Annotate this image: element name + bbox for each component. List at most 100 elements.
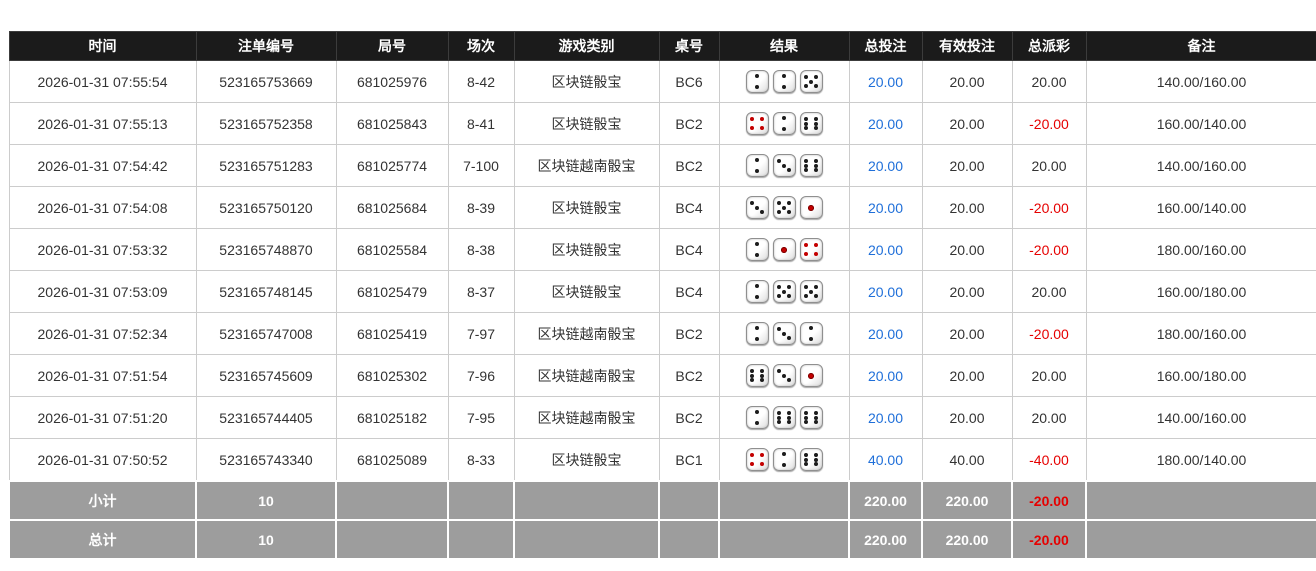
cell-round-id: 681025774	[335, 144, 449, 187]
dice-2-icon	[772, 112, 796, 135]
summary-label: 总计	[8, 519, 197, 560]
col-header-session: 场次	[447, 31, 515, 61]
cell-result-dice	[718, 60, 850, 103]
col-header-remark: 备注	[1085, 31, 1316, 61]
cell-total-bet-link[interactable]: 20.00	[848, 354, 923, 397]
dice-3-icon	[745, 196, 769, 219]
table-header: 时间 注单编号 局号 场次 游戏类别 桌号 结果 总投注 有效投注 总派彩 备注	[8, 31, 1316, 61]
cell-game-type: 区块链越南骰宝	[513, 144, 660, 187]
cell-remark: 160.00/140.00	[1085, 186, 1316, 229]
cell-bet-id: 523165750120	[195, 186, 337, 229]
cell-total-bet-link[interactable]: 20.00	[848, 312, 923, 355]
cell-total-bet-link[interactable]: 20.00	[848, 60, 923, 103]
dice-2-icon	[745, 406, 769, 429]
cell-result-dice	[718, 312, 850, 355]
table-row: 2026-01-31 07:52:34 523165747008 6810254…	[8, 312, 1316, 355]
cell-payout: 20.00	[1011, 354, 1087, 397]
dice-5-icon	[772, 280, 796, 303]
cell-remark: 140.00/160.00	[1085, 144, 1316, 187]
cell-result-dice	[718, 228, 850, 271]
summary-valid-bet: 220.00	[921, 519, 1013, 560]
cell-total-bet-link[interactable]: 20.00	[848, 270, 923, 313]
cell-bet-id: 523165753669	[195, 60, 337, 103]
cell-round-id: 681025584	[335, 228, 449, 271]
summary-row: 小计 10 220.00 220.00 -20.00	[8, 480, 1316, 521]
cell-round-id: 681025684	[335, 186, 449, 229]
col-header-table-no: 桌号	[658, 31, 720, 61]
cell-table-no: BC2	[658, 312, 720, 355]
cell-time: 2026-01-31 07:55:54	[8, 60, 197, 103]
cell-table-no: BC4	[658, 186, 720, 229]
cell-session: 7-95	[447, 396, 515, 439]
cell-payout: -20.00	[1011, 186, 1087, 229]
summary-valid-bet: 220.00	[921, 480, 1013, 521]
dice-1-icon	[772, 238, 796, 261]
cell-session: 7-96	[447, 354, 515, 397]
cell-total-bet-link[interactable]: 40.00	[848, 438, 923, 482]
cell-result-dice	[718, 396, 850, 439]
cell-valid-bet: 20.00	[921, 60, 1013, 103]
cell-valid-bet: 20.00	[921, 228, 1013, 271]
cell-session: 8-42	[447, 60, 515, 103]
summary-empty-cell	[718, 519, 850, 560]
cell-round-id: 681025182	[335, 396, 449, 439]
summary-payout: -20.00	[1011, 519, 1087, 560]
cell-time: 2026-01-31 07:50:52	[8, 438, 197, 482]
col-header-game-type: 游戏类别	[513, 31, 660, 61]
cell-remark: 180.00/160.00	[1085, 228, 1316, 271]
cell-table-no: BC6	[658, 60, 720, 103]
cell-total-bet-link[interactable]: 20.00	[848, 102, 923, 145]
col-header-result: 结果	[718, 31, 850, 61]
cell-session: 8-41	[447, 102, 515, 145]
cell-table-no: BC4	[658, 228, 720, 271]
cell-total-bet-link[interactable]: 20.00	[848, 228, 923, 271]
cell-bet-id: 523165744405	[195, 396, 337, 439]
cell-total-bet-link[interactable]: 20.00	[848, 396, 923, 439]
cell-round-id: 681025419	[335, 312, 449, 355]
dice-3-icon	[772, 322, 796, 345]
dice-2-icon	[799, 322, 823, 345]
cell-valid-bet: 20.00	[921, 102, 1013, 145]
table-row: 2026-01-31 07:54:42 523165751283 6810257…	[8, 144, 1316, 187]
summary-empty-cell	[447, 480, 515, 521]
summary-empty-cell	[658, 480, 720, 521]
table-row: 2026-01-31 07:54:08 523165750120 6810256…	[8, 186, 1316, 229]
table-row: 2026-01-31 07:53:09 523165748145 6810254…	[8, 270, 1316, 313]
cell-session: 8-38	[447, 228, 515, 271]
cell-session: 8-39	[447, 186, 515, 229]
dice-2-icon	[745, 154, 769, 177]
summary-row: 总计 10 220.00 220.00 -20.00	[8, 519, 1316, 560]
cell-session: 7-100	[447, 144, 515, 187]
dice-3-icon	[772, 364, 796, 387]
cell-valid-bet: 20.00	[921, 144, 1013, 187]
table-row: 2026-01-31 07:55:13 523165752358 6810258…	[8, 102, 1316, 145]
cell-bet-id: 523165743340	[195, 438, 337, 482]
dice-6-icon	[799, 112, 823, 135]
cell-payout: -20.00	[1011, 102, 1087, 145]
cell-table-no: BC2	[658, 354, 720, 397]
col-header-payout: 总派彩	[1011, 31, 1087, 61]
summary-count: 10	[195, 519, 337, 560]
cell-bet-id: 523165745609	[195, 354, 337, 397]
cell-total-bet-link[interactable]: 20.00	[848, 186, 923, 229]
cell-valid-bet: 20.00	[921, 270, 1013, 313]
cell-table-no: BC1	[658, 438, 720, 482]
cell-round-id: 681025976	[335, 60, 449, 103]
summary-empty-cell	[658, 519, 720, 560]
cell-session: 7-97	[447, 312, 515, 355]
cell-total-bet-link[interactable]: 20.00	[848, 144, 923, 187]
summary-total-bet: 220.00	[848, 480, 923, 521]
dice-5-icon	[799, 280, 823, 303]
cell-game-type: 区块链骰宝	[513, 102, 660, 145]
cell-bet-id: 523165748145	[195, 270, 337, 313]
dice-1-icon	[799, 196, 823, 219]
col-header-total-bet: 总投注	[848, 31, 923, 61]
cell-bet-id: 523165752358	[195, 102, 337, 145]
cell-time: 2026-01-31 07:53:09	[8, 270, 197, 313]
cell-time: 2026-01-31 07:51:20	[8, 396, 197, 439]
cell-bet-id: 523165747008	[195, 312, 337, 355]
cell-table-no: BC4	[658, 270, 720, 313]
cell-game-type: 区块链越南骰宝	[513, 354, 660, 397]
cell-time: 2026-01-31 07:52:34	[8, 312, 197, 355]
cell-game-type: 区块链骰宝	[513, 186, 660, 229]
